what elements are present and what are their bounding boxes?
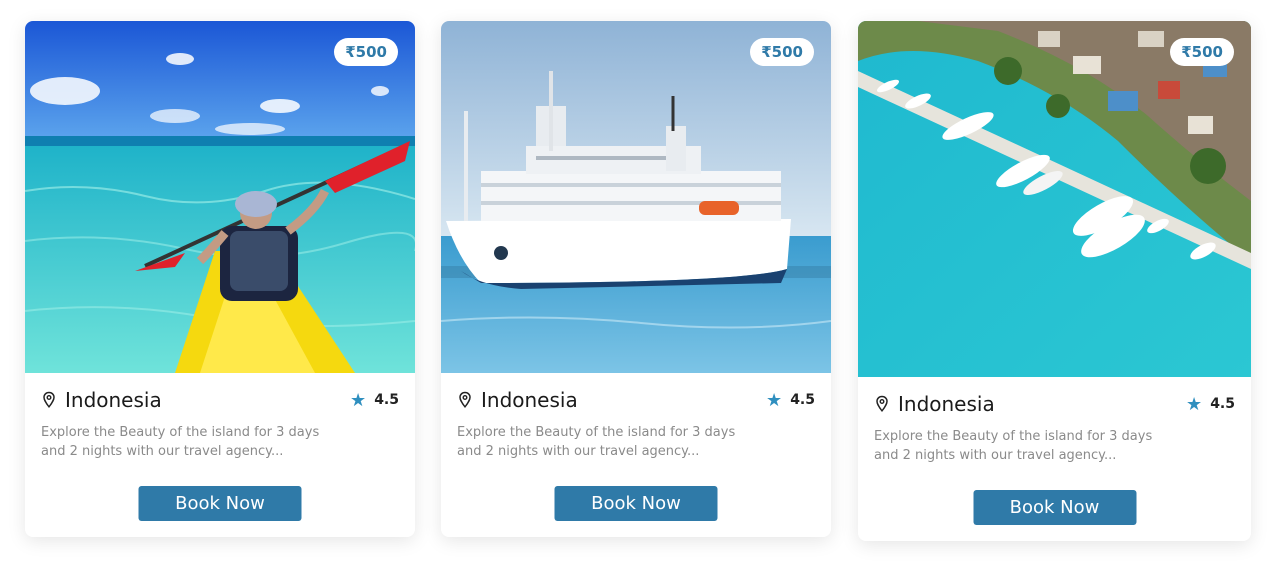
price-badge: ₹500 [334, 38, 398, 66]
title-row: Indonesia ★ 4.5 [874, 391, 1235, 417]
tour-description: Explore the Beauty of the island for 3 d… [457, 425, 736, 459]
tour-card-1[interactable]: ₹500 Indonesia ★ 4.5 Explore the Beauty … [25, 21, 415, 537]
location-name: Indonesia [65, 388, 162, 412]
location: Indonesia [41, 388, 162, 412]
tour-card-2[interactable]: ₹500 Indonesia ★ 4.5 Explore the Beauty … [441, 21, 831, 537]
tour-photo-kayak: ₹500 [25, 21, 415, 373]
location: Indonesia [874, 392, 995, 416]
book-now-button[interactable]: Book Now [554, 486, 718, 521]
rating-value: 4.5 [374, 392, 399, 408]
ship-photo-illustration [441, 21, 831, 373]
star-icon: ★ [350, 390, 367, 410]
location-name: Indonesia [481, 388, 578, 412]
rating: ★ 4.5 [1186, 395, 1235, 413]
tour-description: Explore the Beauty of the island for 3 d… [874, 429, 1153, 463]
book-now-button[interactable]: Book Now [973, 490, 1136, 525]
map-pin-icon [41, 391, 57, 409]
card-info: Indonesia ★ 4.5 Explore the Beauty of th… [441, 387, 831, 461]
rating: ★ 4.5 [766, 391, 815, 409]
star-icon: ★ [766, 390, 783, 410]
price-badge: ₹500 [1170, 38, 1234, 66]
tour-photo-ship: ₹500 [441, 21, 831, 373]
marina-photo-illustration [858, 21, 1251, 377]
book-now-button[interactable]: Book Now [138, 486, 302, 521]
rating-value: 4.5 [1210, 396, 1235, 412]
map-pin-icon [874, 395, 890, 413]
tour-card-3[interactable]: ₹500 Indonesia ★ 4.5 Explore the Beauty … [858, 21, 1251, 541]
card-info: Indonesia ★ 4.5 Explore the Beauty of th… [25, 387, 415, 461]
price-badge: ₹500 [750, 38, 814, 66]
title-row: Indonesia ★ 4.5 [457, 387, 815, 413]
tour-description: Explore the Beauty of the island for 3 d… [41, 425, 320, 459]
tour-photo-marina: ₹500 [858, 21, 1251, 377]
location: Indonesia [457, 388, 578, 412]
kayak-photo-illustration [25, 21, 415, 373]
title-row: Indonesia ★ 4.5 [41, 387, 399, 413]
map-pin-icon [457, 391, 473, 409]
card-info: Indonesia ★ 4.5 Explore the Beauty of th… [858, 391, 1251, 465]
rating: ★ 4.5 [350, 391, 399, 409]
rating-value: 4.5 [790, 392, 815, 408]
star-icon: ★ [1186, 394, 1203, 414]
location-name: Indonesia [898, 392, 995, 416]
